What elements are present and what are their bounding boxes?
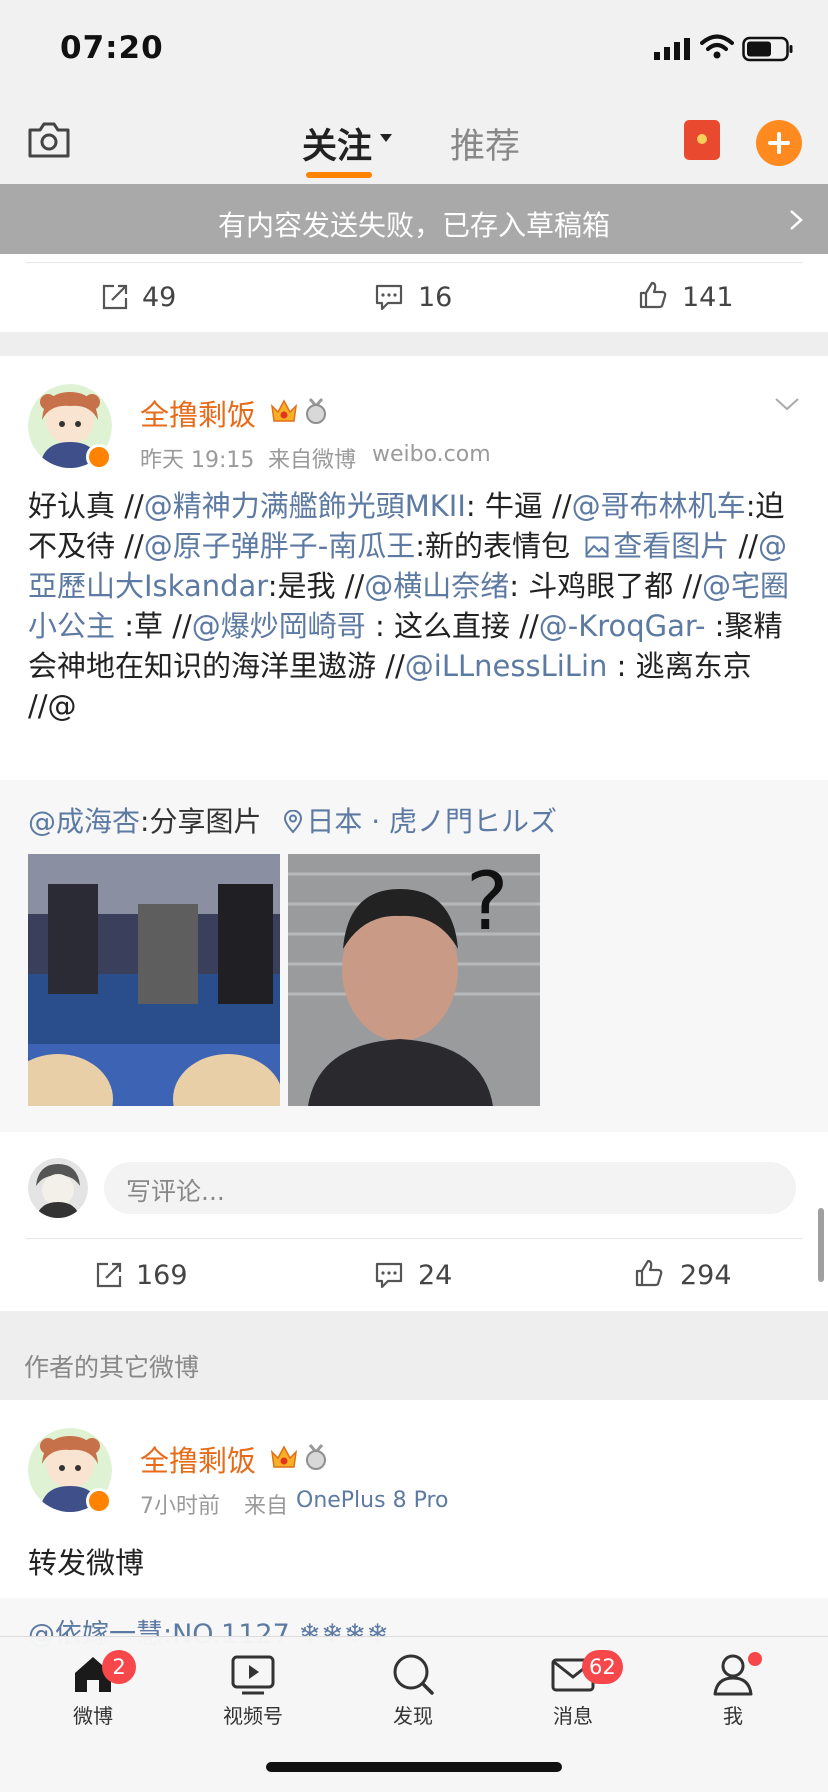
tab-label: 消息 <box>553 1704 593 1728</box>
view-image-label: 查看图片 <box>613 529 730 563</box>
wifi-icon <box>700 34 734 59</box>
comment-count[interactable]: 16 <box>418 282 452 313</box>
battery-icon <box>742 36 793 62</box>
notification-badge: 2 <box>102 1650 136 1684</box>
scrollbar[interactable] <box>818 1208 824 1282</box>
tab-me[interactable]: 我 <box>668 1652 798 1729</box>
divider <box>26 1238 802 1239</box>
repost-count[interactable]: 169 <box>136 1260 188 1291</box>
body-text: : 这么直接 // <box>365 609 539 643</box>
post-source-prefix: 来自微博 <box>268 448 357 473</box>
post-source[interactable]: OnePlus 8 Pro <box>296 1488 448 1513</box>
tab-follow[interactable]: 关注 <box>302 118 372 169</box>
my-avatar[interactable] <box>28 1158 88 1218</box>
tab-video[interactable]: 视频号 <box>188 1652 318 1729</box>
comment-icon[interactable] <box>374 1260 404 1290</box>
location-pin-icon <box>284 810 303 834</box>
tab-label: 视频号 <box>223 1704 283 1728</box>
mention-link[interactable]: @iLLnessLiLin <box>405 649 608 683</box>
body-text: :新的表情包 <box>415 529 571 563</box>
body-text: :是我 // <box>267 569 365 603</box>
body-text: : 牛逼 // <box>465 489 572 523</box>
tab-discover[interactable]: 发现 <box>348 1652 478 1729</box>
chevron-down-icon[interactable] <box>380 134 392 142</box>
medal-icon[interactable] <box>302 1443 330 1471</box>
comment-count[interactable]: 24 <box>418 1260 452 1291</box>
banner-text: 有内容发送失败，已存入草稿箱 <box>217 209 610 242</box>
like-count[interactable]: 294 <box>680 1260 732 1291</box>
notification-dot <box>748 1652 762 1666</box>
status-time: 07:20 <box>60 30 164 66</box>
notification-badge: 62 <box>582 1650 623 1684</box>
tab-label: 发现 <box>393 1704 433 1728</box>
post-source: weibo.com <box>372 442 491 467</box>
medal-icon[interactable] <box>302 397 330 425</box>
crown-icon[interactable] <box>270 398 298 424</box>
post-time: 昨天 19:15 <box>140 448 255 473</box>
repost-count[interactable]: 49 <box>142 282 176 313</box>
post-body: 转发微博 <box>28 1546 145 1580</box>
tab-label: 微博 <box>73 1704 113 1728</box>
repost-image-1[interactable] <box>28 854 280 1106</box>
location-link[interactable]: 日本 · 虎ノ門ヒルズ <box>306 805 557 838</box>
post-body: 好认真 //@精神力满艦飾光頭MKII: 牛逼 //@哥布林机车:迫不及待 //… <box>28 486 800 726</box>
signal-icon <box>654 38 690 60</box>
other-posts-title: 作者的其它微博 <box>24 1353 200 1382</box>
home-indicator <box>266 1762 562 1772</box>
video-icon <box>231 1655 275 1695</box>
svg-text:?: ? <box>466 855 508 948</box>
red-packet-coin <box>697 134 707 144</box>
post-time: 7小时前 <box>140 1494 220 1519</box>
mention-link[interactable]: @-KroqGar- <box>539 609 706 643</box>
mention-link[interactable]: @精神力满艦飾光頭MKII <box>144 489 466 523</box>
post-username[interactable]: 全撸剩饭 <box>140 392 256 434</box>
comment-placeholder: 写评论... <box>126 1177 225 1206</box>
divider <box>26 262 802 263</box>
post-source-prefix: 来自 <box>244 1494 289 1519</box>
mention-link[interactable]: @爆炒岡崎哥 <box>192 609 366 643</box>
body-text: // <box>729 529 759 563</box>
chevron-right-icon <box>790 210 803 230</box>
repost-text: :分享图片 <box>140 805 262 838</box>
repost-header: @成海杏:分享图片 日本 · 虎ノ門ヒルズ <box>28 800 557 840</box>
image-icon <box>585 536 609 558</box>
like-icon[interactable] <box>634 1258 664 1288</box>
like-count[interactable]: 141 <box>682 282 734 313</box>
repost-image-2[interactable]: ? <box>288 854 540 1106</box>
more-options-chevron-icon[interactable] <box>774 396 800 412</box>
post-username[interactable]: 全撸剩饭 <box>140 1438 256 1480</box>
crown-icon[interactable] <box>270 1444 298 1470</box>
tab-weibo[interactable]: 微博 <box>28 1652 158 1729</box>
view-image-link[interactable]: 查看图片 <box>579 529 729 563</box>
mention-link[interactable]: @原子弹胖子-南瓜王 <box>144 529 415 563</box>
repost-icon[interactable] <box>100 282 130 312</box>
compose-button[interactable] <box>756 120 802 166</box>
repost-author-link[interactable]: @成海杏 <box>28 805 140 838</box>
like-icon[interactable] <box>638 280 668 310</box>
mention-link[interactable]: @横山奈绪 <box>364 569 509 603</box>
verified-badge-icon <box>86 444 112 470</box>
tab-label: 我 <box>723 1704 743 1728</box>
body-text: :草 // <box>115 609 192 643</box>
repost-icon[interactable] <box>94 1260 124 1290</box>
verified-badge-icon <box>86 1488 112 1514</box>
body-text: 好认真 // <box>28 489 144 523</box>
mention-link[interactable]: @哥布林机车 <box>572 489 746 523</box>
comment-icon[interactable] <box>374 282 404 312</box>
body-text: : 斗鸡眼了都 // <box>509 569 702 603</box>
active-tab-indicator <box>306 172 372 178</box>
search-icon <box>393 1654 434 1695</box>
camera-icon[interactable] <box>26 120 72 160</box>
tab-recommend[interactable]: 推荐 <box>450 118 520 169</box>
